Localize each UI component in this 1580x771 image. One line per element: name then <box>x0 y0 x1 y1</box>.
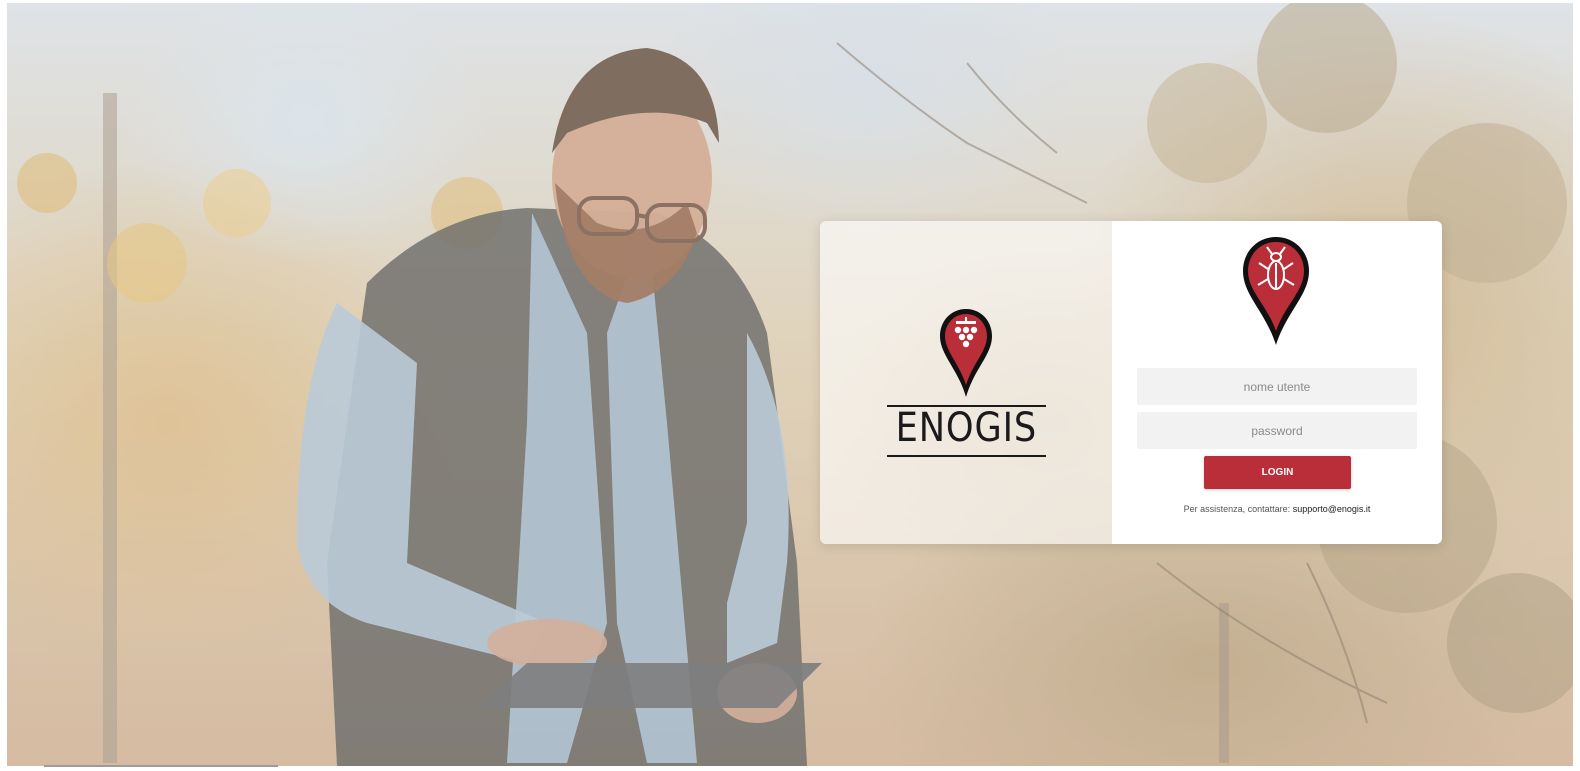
scroll-indicator <box>44 765 278 767</box>
support-email-link[interactable]: supporto@enogis.it <box>1293 504 1371 514</box>
brand-name: ENOGIS <box>895 405 1038 451</box>
brand-rule-bottom <box>887 455 1046 457</box>
login-button[interactable]: LOGIN <box>1204 456 1351 489</box>
username-input[interactable] <box>1137 368 1417 405</box>
login-panel: LOGIN Per assistenza, contattare: suppor… <box>1112 221 1442 544</box>
grape-pin-icon <box>940 309 992 397</box>
login-card: ENOGIS LOGIN Per assistenza, contattare: <box>820 221 1442 544</box>
support-text: Per assistenza, contattare: supporto@eno… <box>1112 504 1442 514</box>
brand-panel: ENOGIS <box>820 221 1112 544</box>
password-input[interactable] <box>1137 412 1417 449</box>
support-label: Per assistenza, contattare: <box>1183 504 1291 514</box>
insect-pin-icon <box>1243 237 1309 345</box>
